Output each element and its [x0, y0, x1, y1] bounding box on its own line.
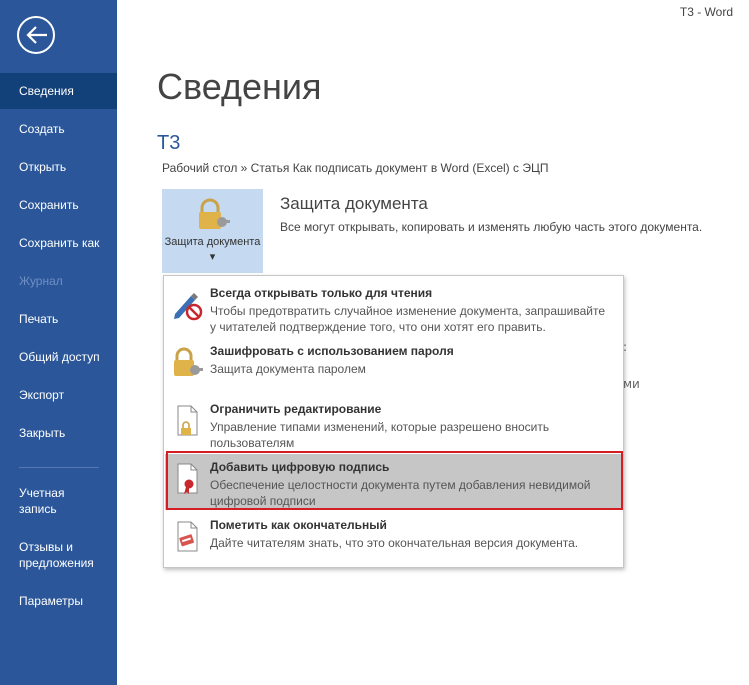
window-title: Т3 - Word [679, 5, 733, 19]
nav-options[interactable]: Параметры [0, 583, 117, 619]
nav-close[interactable]: Закрыть [0, 415, 117, 451]
menu-item-title: Пометить как окончательный [210, 518, 387, 532]
protect-document-label: Защита документа ▾ [164, 236, 261, 263]
back-arrow-icon [26, 26, 47, 44]
protect-section-title: Защита документа [280, 194, 428, 213]
menu-item-title: Всегда открывать только для чтения [210, 286, 433, 300]
menu-item-mark-as-final[interactable]: Пометить как окончательный Дайте читател… [165, 512, 622, 564]
back-button[interactable] [17, 16, 55, 54]
nav-share[interactable]: Общий доступ [0, 339, 117, 375]
document-path: Рабочий стол » Статья Как подписать доку… [162, 161, 549, 175]
sidebar-divider [19, 467, 99, 468]
nav-open[interactable]: Открыть [0, 149, 117, 185]
menu-item-description: Дайте читателям знать, что это окончател… [210, 536, 579, 550]
menu-item-restrict-editing[interactable]: Ограничить редактирование Управление тип… [165, 396, 622, 452]
protect-section-description: Все могут открывать, копировать и изменя… [280, 220, 703, 234]
menu-item-description: Защита документа паролем [210, 362, 366, 376]
nav-history: Журнал [19, 274, 63, 288]
page-title: Сведения [157, 66, 322, 107]
lock-key-icon [174, 347, 203, 376]
nav-info[interactable]: Сведения [0, 73, 117, 109]
nav-account[interactable]: Учетная запись [0, 481, 100, 521]
menu-item-title: Зашифровать с использованием пароля [210, 344, 454, 358]
obscured-text-fragment: ми [623, 377, 640, 391]
menu-item-description: Управление типами изменений, которые раз… [210, 420, 550, 450]
nav-new[interactable]: Создать [0, 111, 117, 147]
lock-key-icon [199, 198, 230, 229]
menu-item-read-only[interactable]: Всегда открывать только для чтения Чтобы… [165, 280, 622, 336]
nav-save-as[interactable]: Сохранить как [0, 225, 117, 261]
menu-item-encrypt[interactable]: Зашифровать с использованием пароля Защи… [165, 338, 622, 394]
nav-print[interactable]: Печать [0, 301, 117, 337]
protect-document-menu: Всегда открывать только для чтения Чтобы… [163, 275, 624, 568]
highlight-annotation-frame [166, 451, 623, 510]
document-name: Т3 [157, 132, 181, 154]
nav-export[interactable]: Экспорт [0, 377, 117, 413]
pencil-no-icon [174, 293, 203, 321]
menu-item-description: Чтобы предотвратить случайное изменение … [210, 304, 605, 334]
menu-item-title: Ограничить редактирование [210, 402, 382, 416]
document-lock-icon [177, 405, 198, 436]
nav-save[interactable]: Сохранить [0, 187, 117, 223]
protect-document-button[interactable]: Защита документа ▾ [162, 189, 263, 273]
document-stamp-icon [177, 521, 198, 552]
nav-feedback[interactable]: Отзывы и предложения [0, 535, 117, 575]
backstage-sidebar: Сведения Создать Открыть Сохранить Сохра… [0, 0, 117, 685]
